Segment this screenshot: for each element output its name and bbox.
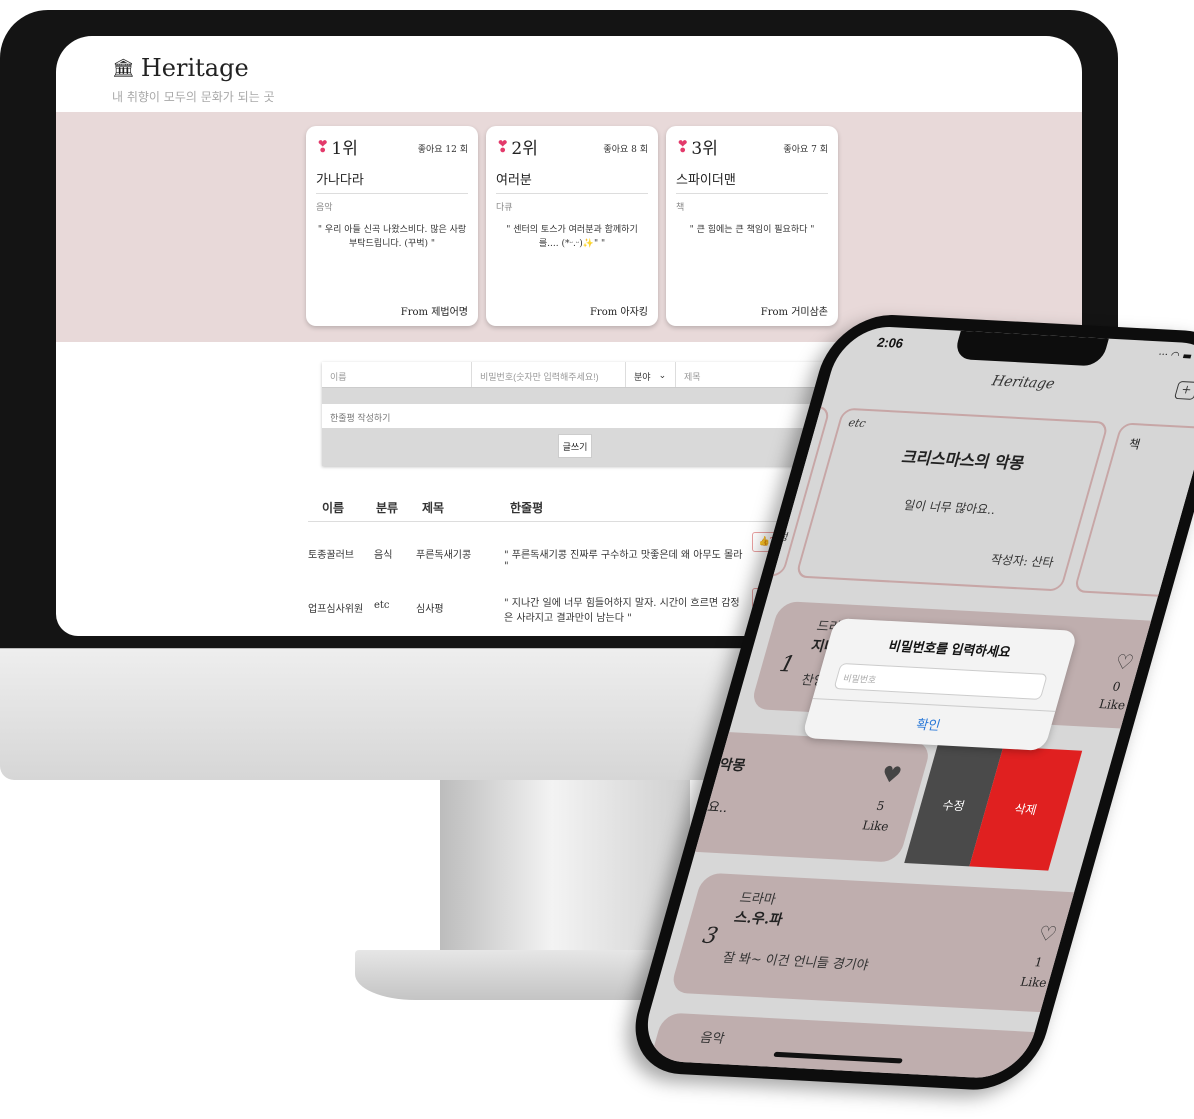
like-count: 0	[1110, 679, 1123, 694]
compose-icon[interactable]: +	[1173, 380, 1194, 400]
row-review: " 푸른독새기콩 진짜루 구수하고 맛좋은데 왜 아무도 몰라 "	[504, 550, 743, 572]
column-header-category: 분류	[376, 501, 399, 515]
heart-icon: ❣	[496, 137, 510, 156]
list-item-rank: 3	[699, 923, 721, 950]
confirm-button[interactable]: 확인	[805, 708, 1053, 740]
row-title: 심사평	[416, 604, 444, 615]
list-item-rank: 1	[776, 651, 798, 678]
row-review: " 지나간 일에 너무 힘들어하지 말자. 시간이 흐르면 감정은 사라지고 결…	[504, 598, 740, 624]
status-time: 2:06	[875, 334, 906, 351]
museum-icon: 🏛	[112, 57, 135, 79]
column-header-name: 이름	[322, 501, 345, 515]
rank-card-1[interactable]: ❣ 1위 좋아요 12 회 가나다라 음악 " 우리 아들 신곡 나왔스비다. 많…	[306, 126, 478, 326]
site-header: 🏛 Heritage 내 취향이 모두의 문화가 되는 곳	[112, 54, 275, 105]
rank-title: 여러분	[496, 169, 648, 194]
category-select[interactable]: 분야 ⌄	[626, 362, 676, 387]
site-title-text: Heritage	[140, 54, 249, 82]
rank-category: 책	[676, 203, 685, 213]
chevron-down-icon: ⌄	[658, 370, 667, 380]
row-category: 음식	[374, 550, 393, 561]
site-title[interactable]: 🏛 Heritage	[112, 54, 275, 82]
list-item-review: 요..	[705, 799, 730, 816]
carousel-card-text: 정	[777, 532, 790, 544]
app-title: Heritage	[989, 373, 1057, 393]
monitor-stand-neck	[440, 780, 690, 960]
like-label: Like	[1097, 697, 1128, 713]
list-item-category: 드라마	[737, 890, 778, 908]
rank-category: 다큐	[496, 203, 513, 213]
password-input[interactable]: 비밀번호	[833, 662, 1048, 700]
rank-label: 1위	[331, 139, 358, 159]
swiped-list-item[interactable]: 악몽 요.. ♥ 5 Like 수정 삭제	[636, 724, 1124, 873]
heart-outline-icon[interactable]: ♡	[1035, 921, 1059, 946]
rank-likes: 좋아요 8 회	[603, 145, 648, 155]
rank-author: From 거미삼촌	[760, 307, 828, 318]
like-label: Like	[1018, 974, 1049, 991]
heart-icon: ❣	[676, 137, 690, 156]
rank-likes: 좋아요 12 회	[417, 145, 468, 155]
featured-title: 크리스마스의 악몽	[899, 447, 1027, 473]
phone-notch	[952, 330, 1109, 367]
rank-title: 스파이더맨	[676, 169, 828, 194]
name-input[interactable]: 이름	[322, 362, 472, 387]
list-item[interactable]: 음악	[636, 1012, 1059, 1081]
category-select-value: 분야	[634, 372, 651, 382]
column-header-title: 제목	[422, 501, 445, 515]
review-input[interactable]: 한줄평 작성하기	[322, 404, 882, 428]
password-input[interactable]: 비밀번호(숫자만 입력해주세요!)	[472, 362, 626, 387]
list-item-review: 잘 봐~ 이건 언니들 경기야	[720, 950, 871, 974]
thumbs-up-icon: 👍	[758, 537, 770, 547]
list-item[interactable]: 3 드라마 스.우.파 잘 봐~ 이건 언니들 경기야 ♡ 1 Like	[669, 872, 1098, 1014]
dialog-title: 비밀번호를 입력하세요	[886, 638, 1013, 660]
rank-review: " 우리 아들 신곡 나왔스비다. 많은 사랑 부탁드립니다. (꾸벅) "	[317, 225, 467, 250]
featured-review: 일이 너무 많아요..	[902, 498, 998, 518]
featured-author: 작성자: 산타	[989, 552, 1056, 570]
like-count: 1	[1032, 955, 1045, 970]
list-item-title: 스.우.파	[732, 909, 785, 929]
site-subtitle: 내 취향이 모두의 문화가 되는 곳	[112, 90, 275, 104]
row-name: 토종꿀러브	[308, 550, 354, 561]
signal-wifi-battery-icon: ··· ◠ ▬	[1156, 349, 1194, 363]
ranking-band: ❣ 1위 좋아요 12 회 가나다라 음악 " 우리 아들 신곡 나왔스비다. 많…	[56, 112, 1082, 342]
password-dialog: 비밀번호를 입력하세요 비밀번호 확인	[801, 618, 1079, 751]
row-title: 푸른독새기콩	[416, 550, 472, 561]
row-name: 업프심사위원	[308, 604, 364, 615]
featured-card[interactable]: etc 크리스마스의 악몽 일이 너무 많아요.. 작성자: 산타	[794, 407, 1110, 592]
heart-filled-icon[interactable]: ♥	[878, 763, 905, 789]
rank-card-2[interactable]: ❣ 2위 좋아요 8 회 여러분 다큐 " 센터의 토스가 여러분과 함께하기 를…	[486, 126, 658, 326]
rank-likes: 좋아요 7 회	[783, 145, 828, 155]
like-count: 5	[874, 798, 887, 814]
carousel-card-category: 책	[1127, 437, 1142, 452]
list-item-title: 악몽	[717, 757, 748, 775]
rank-author: From 아자킹	[589, 307, 648, 318]
heart-icon: ❣	[316, 137, 330, 156]
rank-author: From 제법어명	[400, 307, 468, 318]
rank-label: 3위	[691, 139, 718, 159]
rank-review: " 센터의 토스가 여러분과 함께하기 를.... (*ᵕ.ᵕ)✨" "	[506, 225, 638, 250]
rank-title: 가나다라	[316, 169, 468, 194]
column-header-review: 한줄평	[510, 501, 544, 515]
featured-category: etc	[846, 416, 868, 431]
list-item-category: 음악	[698, 1030, 727, 1047]
rank-category: 음악	[316, 203, 333, 213]
like-label: Like	[860, 818, 891, 834]
heart-outline-icon[interactable]: ♡	[1112, 649, 1136, 674]
submit-button[interactable]: 글쓰기	[558, 434, 592, 458]
row-category: etc	[374, 600, 390, 611]
rank-card-3[interactable]: ❣ 3위 좋아요 7 회 스파이더맨 책 " 큰 힘에는 큰 책임이 필요하다 "…	[666, 126, 838, 326]
rank-review: " 큰 힘에는 큰 책임이 필요하다 "	[689, 225, 815, 235]
rank-label: 2위	[511, 139, 538, 159]
